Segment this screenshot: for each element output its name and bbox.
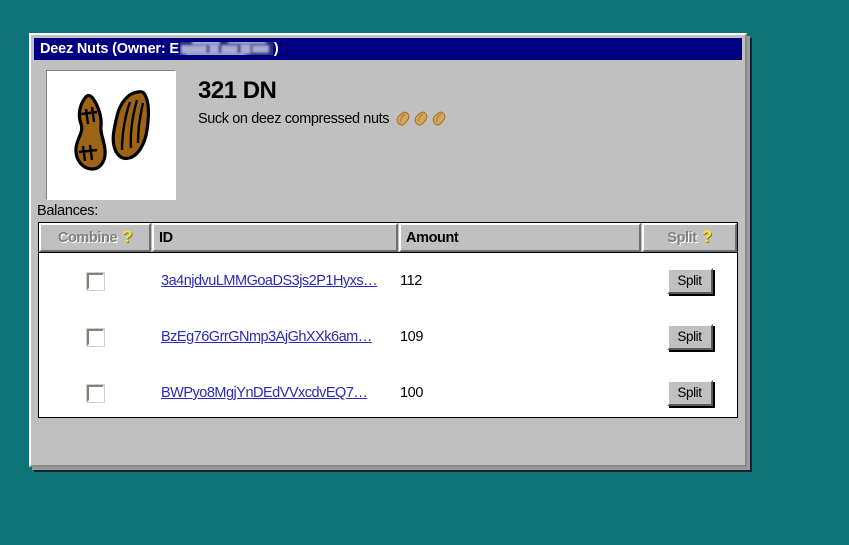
window-title-suffix: ) bbox=[273, 41, 279, 57]
row-select-cell bbox=[39, 271, 151, 291]
amount-header-label: Amount bbox=[406, 229, 459, 246]
row-select-checkbox[interactable] bbox=[85, 327, 105, 347]
row-id-cell: BWPyo8MgjYnDEdVVxcdvEQ7… bbox=[151, 384, 396, 402]
asset-info-panel: 321 DN Suck on deez compressed nuts bbox=[34, 60, 742, 200]
row-amount-cell: 100 bbox=[400, 385, 423, 401]
row-select-checkbox[interactable] bbox=[85, 383, 105, 403]
asset-title: 321 DN bbox=[198, 77, 277, 104]
id-header-label: ID bbox=[159, 229, 173, 246]
balance-id-link[interactable]: BWPyo8MgjYnDEdVVxcdvEQ7… bbox=[161, 385, 368, 401]
balances-label: Balances: bbox=[37, 203, 98, 219]
split-help-icon[interactable]: ? bbox=[702, 228, 712, 245]
row-amount-cell: 112 bbox=[400, 273, 422, 289]
window-inner: Deez Nuts (Owner: E) 321 DN Suck on deez… bbox=[34, 38, 742, 462]
combine-help-icon[interactable]: ? bbox=[122, 228, 132, 245]
peanut-emoji-group bbox=[394, 110, 452, 128]
row-id-cell: 3a4njdvuLMMGoaDS3js2P1Hyxs… bbox=[151, 272, 396, 290]
split-button[interactable]: Split bbox=[666, 380, 713, 406]
row-id-cell: BzEg76GrrGNmp3AjGhXXk6am… bbox=[151, 328, 396, 346]
window-title: Deez Nuts (Owner: E) bbox=[40, 41, 279, 57]
row-split-cell: Split bbox=[642, 324, 737, 350]
two-peanuts-icon bbox=[52, 76, 170, 194]
row-select-cell bbox=[39, 383, 151, 403]
amount-column-header[interactable]: Amount bbox=[399, 223, 641, 252]
row-select-checkbox[interactable] bbox=[85, 271, 105, 291]
peanut-emoji-icon bbox=[396, 112, 446, 126]
row-amount-cell: 109 bbox=[400, 329, 423, 345]
table-row: BWPyo8MgjYnDEdVVxcdvEQ7… 100 Split bbox=[39, 365, 737, 417]
balance-id-link[interactable]: 3a4njdvuLMMGoaDS3js2P1Hyxs… bbox=[161, 273, 378, 289]
asset-thumbnail bbox=[46, 70, 176, 200]
balance-id-link[interactable]: BzEg76GrrGNmp3AjGhXXk6am… bbox=[161, 329, 372, 345]
table-row: BzEg76GrrGNmp3AjGhXXk6am… 109 Split bbox=[39, 309, 737, 365]
asset-description: Suck on deez compressed nuts bbox=[198, 110, 452, 128]
id-column-header[interactable]: ID bbox=[152, 223, 398, 252]
row-split-cell: Split bbox=[642, 268, 737, 294]
window-title-prefix: Deez Nuts (Owner: E bbox=[40, 41, 179, 57]
row-select-cell bbox=[39, 327, 151, 347]
combine-header-label: Combine bbox=[57, 229, 118, 246]
combine-column-header[interactable]: Combine ? bbox=[39, 223, 151, 252]
table-body: 3a4njdvuLMMGoaDS3js2P1Hyxs… 112 Split Bz… bbox=[39, 253, 737, 417]
split-button[interactable]: Split bbox=[666, 268, 713, 294]
row-split-cell: Split bbox=[642, 380, 737, 406]
asset-text-block: 321 DN Suck on deez compressed nuts bbox=[176, 70, 452, 200]
table-header-row: Combine ? ID Amount Split ? bbox=[39, 223, 737, 253]
table-row: 3a4njdvuLMMGoaDS3js2P1Hyxs… 112 Split bbox=[39, 253, 737, 309]
asset-window: Deez Nuts (Owner: E) 321 DN Suck on deez… bbox=[29, 33, 747, 467]
balances-table: Combine ? ID Amount Split ? 3a4njdvuLMMG… bbox=[38, 222, 738, 418]
title-bar: Deez Nuts (Owner: E) bbox=[34, 38, 742, 60]
redacted-owner-name bbox=[179, 42, 273, 55]
split-header-label: Split bbox=[667, 229, 697, 246]
split-column-header[interactable]: Split ? bbox=[642, 223, 737, 252]
asset-description-text: Suck on deez compressed nuts bbox=[198, 111, 390, 128]
split-button[interactable]: Split bbox=[666, 324, 713, 350]
